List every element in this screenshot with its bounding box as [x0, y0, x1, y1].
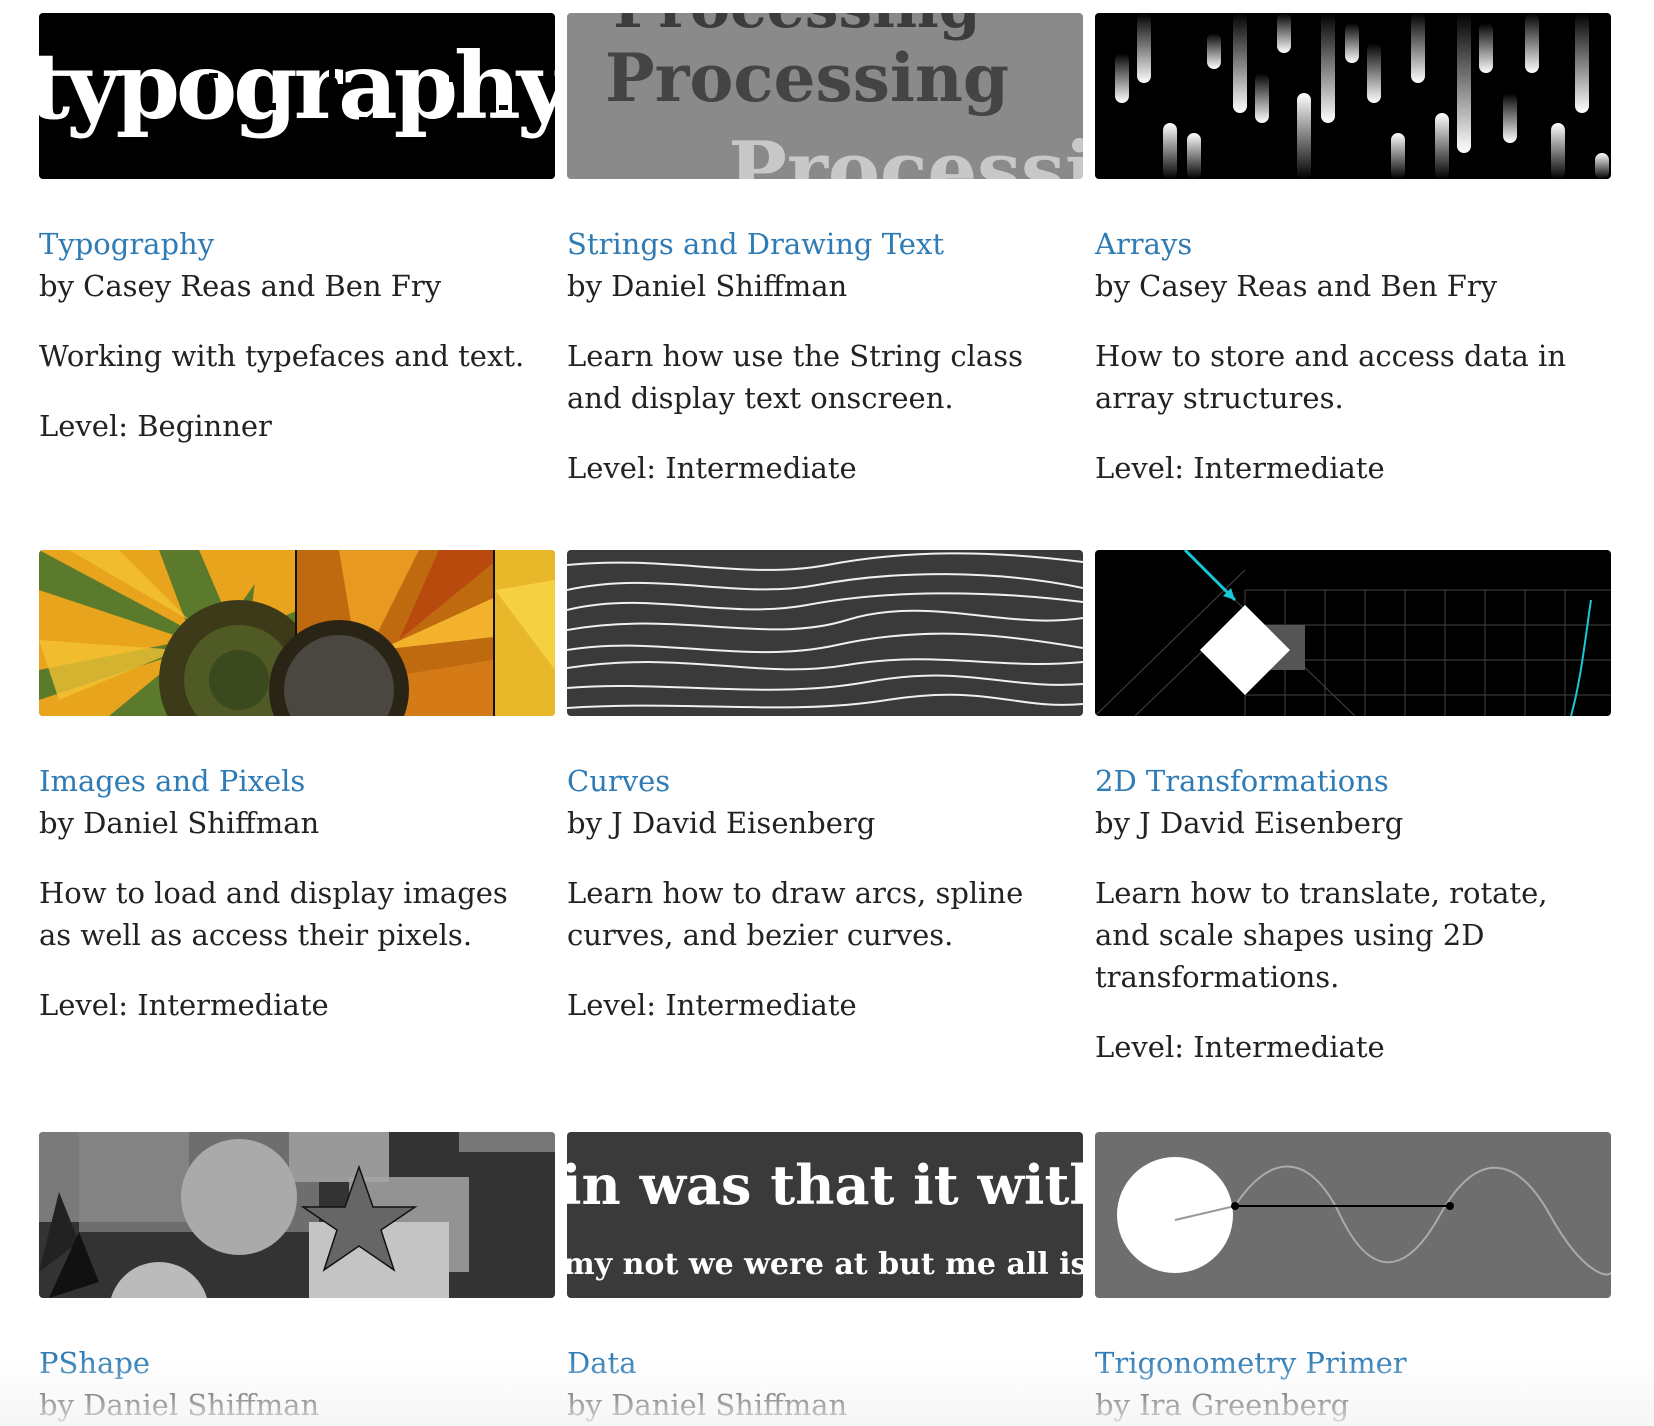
- data-thumbnail-image: in was that it with on as my not we were…: [567, 1132, 1083, 1298]
- tutorial-thumbnail[interactable]: [1095, 13, 1611, 179]
- pshape-thumbnail-image: [39, 1132, 555, 1298]
- tutorial-title-link[interactable]: Arrays: [1095, 223, 1192, 265]
- transformations-thumbnail-image: [1095, 550, 1611, 716]
- tutorial-author: by Daniel Shiffman: [567, 1388, 848, 1422]
- thumb-text: Processing: [605, 39, 1009, 117]
- tutorial-author: by Daniel Shiffman: [39, 1388, 320, 1422]
- strings-thumbnail-image: Processing Processing Processing: [567, 13, 1083, 179]
- thumb-text: my not we were at but me all is or them …: [567, 1247, 1083, 1282]
- tutorial-description: How to store and access data in array st…: [1095, 339, 1566, 415]
- tutorial-thumbnail[interactable]: [1095, 550, 1611, 716]
- tutorial-title-link[interactable]: Typography: [39, 223, 214, 265]
- tutorial-title-link[interactable]: PShape: [39, 1342, 150, 1384]
- tutorial-title-link[interactable]: Data: [567, 1342, 636, 1384]
- tutorial-thumbnail[interactable]: [39, 550, 555, 716]
- tutorial-card: typography Typography by Casey Reas and …: [39, 13, 555, 447]
- tutorial-card: Curves by J David Eisenberg Learn how to…: [567, 550, 1083, 1026]
- tutorial-title-link[interactable]: Trigonometry Primer: [1095, 1342, 1407, 1384]
- tutorial-thumbnail[interactable]: [39, 1132, 555, 1298]
- tutorial-grid: typography Typography by Casey Reas and …: [0, 0, 1654, 1426]
- tutorial-author: by J David Eisenberg: [1095, 806, 1404, 840]
- thumb-text: Processing: [728, 125, 1083, 179]
- tutorial-level: Level: Intermediate: [39, 988, 329, 1022]
- tutorial-author: by J David Eisenberg: [567, 806, 876, 840]
- tutorial-level: Level: Intermediate: [1095, 451, 1385, 485]
- tutorial-card: 2D Transformations by J David Eisenberg …: [1095, 550, 1611, 1068]
- typography-thumbnail-image: typography: [39, 13, 555, 179]
- tutorial-author: by Daniel Shiffman: [39, 806, 320, 840]
- tutorial-description: Learn how use the String class and displ…: [567, 339, 1023, 415]
- tutorial-description: Learn how to translate, rotate, and scal…: [1095, 876, 1548, 994]
- tutorial-thumbnail[interactable]: [1095, 1132, 1611, 1298]
- tutorial-title-link[interactable]: Curves: [567, 760, 670, 802]
- tutorial-title-link[interactable]: 2D Transformations: [1095, 760, 1389, 802]
- sunflower-thumbnail-image: [39, 550, 555, 716]
- tutorial-level: Level: Beginner: [39, 409, 272, 443]
- tutorial-thumbnail[interactable]: in was that it with on as my not we were…: [567, 1132, 1083, 1298]
- curves-thumbnail-image: [567, 550, 1083, 716]
- tutorial-author: by Casey Reas and Ben Fry: [1095, 269, 1498, 303]
- trigonometry-thumbnail-image: [1095, 1132, 1611, 1298]
- tutorial-thumbnail[interactable]: Processing Processing Processing: [567, 13, 1083, 179]
- arrays-thumbnail-image: [1095, 13, 1611, 179]
- tutorial-level: Level: Intermediate: [1095, 1030, 1385, 1064]
- tutorial-card: Processing Processing Processing Strings…: [567, 13, 1083, 489]
- tutorial-description: Working with typefaces and text.: [39, 339, 525, 373]
- thumb-text: Processing: [613, 13, 980, 42]
- tutorial-card: PShape by Daniel Shiffman: [39, 1132, 555, 1426]
- tutorial-card: Arrays by Casey Reas and Ben Fry How to …: [1095, 13, 1611, 489]
- tutorial-title-link[interactable]: Images and Pixels: [39, 760, 305, 802]
- tutorial-thumbnail[interactable]: [567, 550, 1083, 716]
- thumb-text: in was that it with on as: [567, 1153, 1083, 1217]
- tutorial-card: in was that it with on as my not we were…: [567, 1132, 1083, 1426]
- tutorial-level: Level: Intermediate: [567, 451, 857, 485]
- thumb-text: typography: [39, 32, 555, 140]
- tutorial-title-link[interactable]: Strings and Drawing Text: [567, 223, 944, 265]
- tutorial-author: by Casey Reas and Ben Fry: [39, 269, 442, 303]
- tutorial-description: How to load and display images as well a…: [39, 876, 508, 952]
- tutorial-description: Learn how to draw arcs, spline curves, a…: [567, 876, 1024, 952]
- tutorial-author: by Ira Greenberg: [1095, 1388, 1350, 1422]
- tutorial-level: Level: Intermediate: [567, 988, 857, 1022]
- tutorial-card: Trigonometry Primer by Ira Greenberg: [1095, 1132, 1611, 1426]
- tutorial-author: by Daniel Shiffman: [567, 269, 848, 303]
- tutorial-thumbnail[interactable]: typography: [39, 13, 555, 179]
- tutorial-card: Images and Pixels by Daniel Shiffman How…: [39, 550, 555, 1026]
